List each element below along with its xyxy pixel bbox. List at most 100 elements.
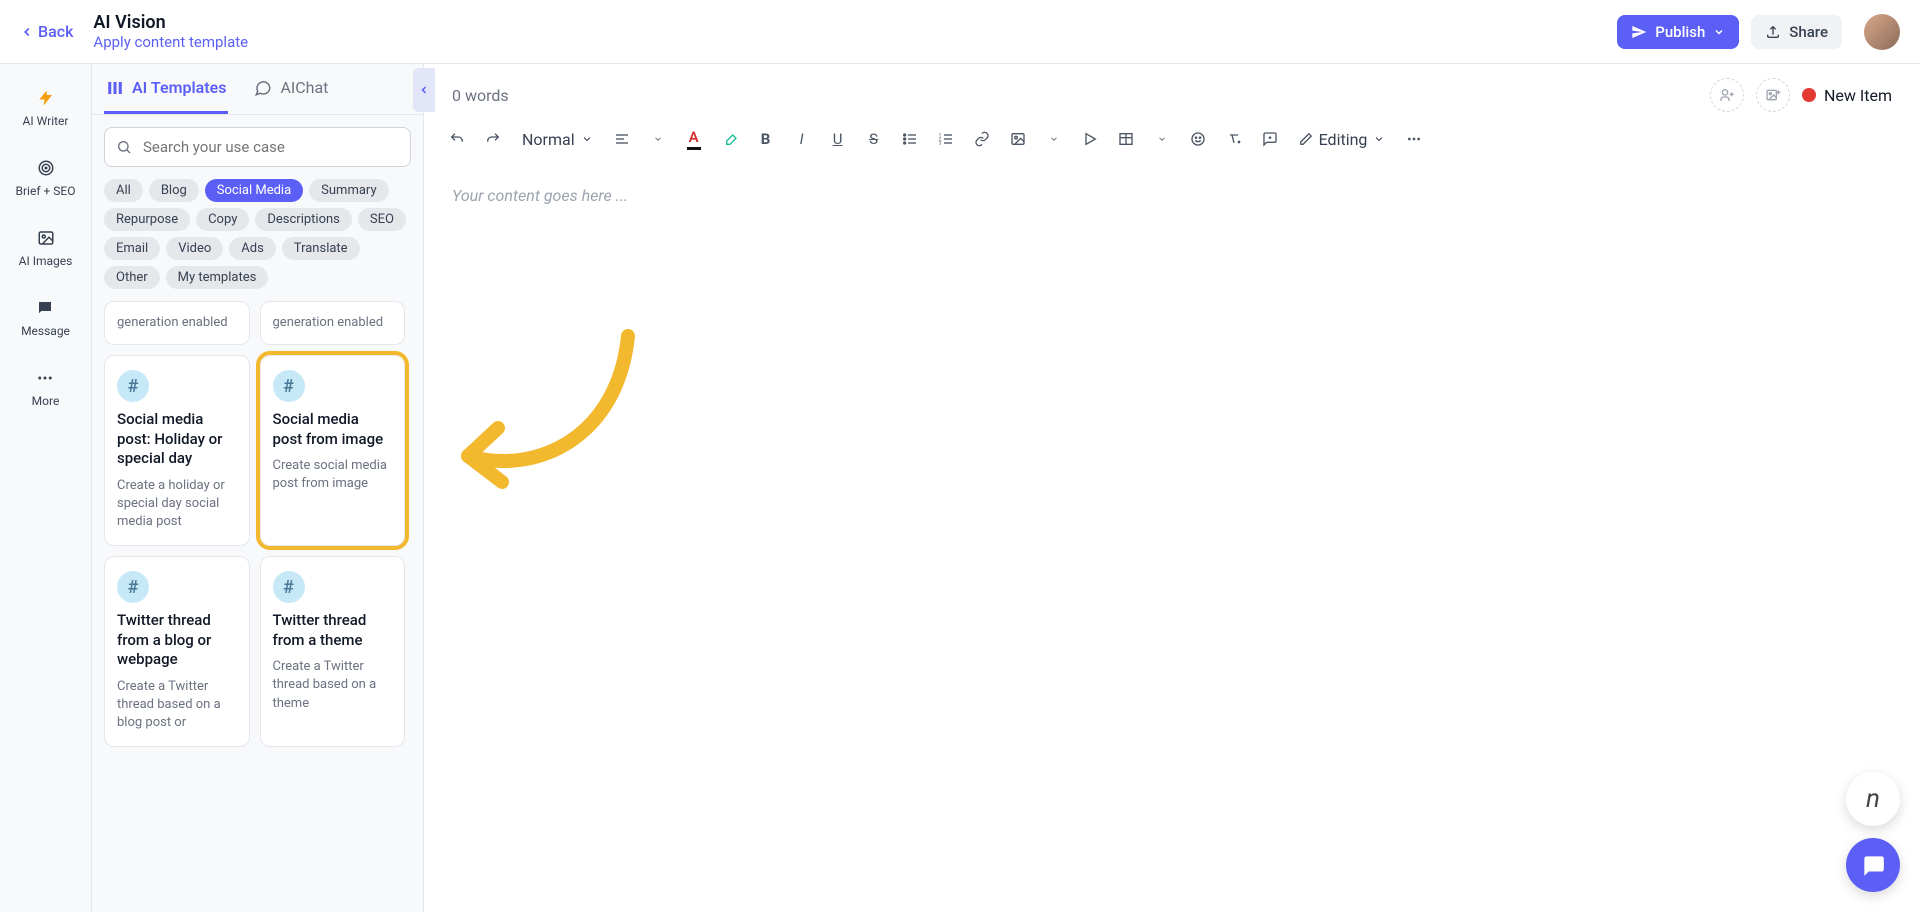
insert-video-button[interactable]	[1075, 124, 1105, 154]
chip-blog[interactable]: Blog	[149, 179, 199, 202]
insert-table-button[interactable]	[1111, 124, 1141, 154]
strikethrough-button[interactable]: S	[859, 124, 889, 154]
cards-scroll[interactable]: generation enabled generation enabled # …	[104, 301, 411, 747]
dots-icon	[1406, 131, 1422, 147]
numbered-list-button[interactable]: 123	[931, 124, 961, 154]
link-button[interactable]	[967, 124, 997, 154]
chevron-down-icon	[1049, 134, 1059, 144]
editor-content[interactable]: Your content goes here ...	[424, 166, 1920, 912]
table-dropdown[interactable]	[1147, 124, 1177, 154]
align-button[interactable]	[607, 124, 637, 154]
rail-item-message[interactable]: Message	[15, 294, 76, 342]
chip-copy[interactable]: Copy	[196, 208, 249, 231]
chip-social-media[interactable]: Social Media	[205, 179, 303, 202]
chip-descriptions[interactable]: Descriptions	[255, 208, 352, 231]
align-dropdown[interactable]	[643, 124, 673, 154]
new-item-status[interactable]: New Item	[1802, 86, 1892, 105]
card-desc: Create a Twitter thread based on a theme	[273, 658, 393, 713]
text-color-icon: A	[689, 128, 699, 146]
template-card[interactable]: generation enabled	[260, 301, 406, 345]
rail-label: Message	[21, 324, 70, 338]
table-icon	[1118, 131, 1134, 147]
editor-toolbar: Normal A B I U S 123 Editing	[424, 112, 1920, 166]
rail-item-more[interactable]: More	[26, 364, 66, 412]
template-card-twitter-theme[interactable]: # Twitter thread from a theme Create a T…	[260, 556, 406, 747]
chip-ads[interactable]: Ads	[229, 237, 276, 260]
chip-all[interactable]: All	[104, 179, 143, 202]
card-desc: Create social media post from image	[273, 457, 393, 493]
undo-button[interactable]	[442, 124, 472, 154]
template-card[interactable]: generation enabled	[104, 301, 250, 345]
chip-summary[interactable]: Summary	[309, 179, 388, 202]
collapse-sidebar-button[interactable]	[413, 68, 435, 112]
redo-icon	[485, 131, 501, 147]
search-input[interactable]	[104, 127, 411, 167]
editing-mode-select[interactable]: Editing	[1291, 126, 1394, 153]
brand-launcher-button[interactable]: n	[1846, 772, 1900, 826]
tab-ai-templates[interactable]: AI Templates	[104, 64, 228, 114]
chat-icon	[35, 298, 55, 318]
card-desc: generation enabled	[273, 314, 393, 332]
bullet-list-button[interactable]	[895, 124, 925, 154]
share-button[interactable]: Share	[1751, 15, 1842, 49]
status-dot-icon	[1802, 88, 1816, 102]
hash-icon: #	[117, 571, 149, 603]
image-plus-icon	[1765, 87, 1781, 103]
chip-other[interactable]: Other	[104, 266, 160, 289]
clear-format-button[interactable]	[1219, 124, 1249, 154]
rail-label: Brief + SEO	[16, 184, 76, 198]
clear-format-icon	[1226, 131, 1242, 147]
rail-item-ai-writer[interactable]: AI Writer	[17, 84, 75, 132]
highlight-icon	[722, 131, 738, 147]
comment-button[interactable]	[1255, 124, 1285, 154]
rail-item-ai-images[interactable]: AI Images	[13, 224, 79, 272]
highlight-button[interactable]	[715, 124, 745, 154]
template-card-holiday[interactable]: # Social media post: Holiday or special …	[104, 355, 250, 546]
chip-translate[interactable]: Translate	[282, 237, 360, 260]
chevron-down-icon	[1713, 26, 1725, 38]
redo-button[interactable]	[478, 124, 508, 154]
rail-item-brief-seo[interactable]: Brief + SEO	[10, 154, 82, 202]
paragraph-style-select[interactable]: Normal	[514, 126, 601, 153]
chip-my-templates[interactable]: My templates	[166, 266, 269, 289]
chevron-down-icon	[581, 133, 593, 145]
search-icon	[116, 139, 132, 155]
chip-seo[interactable]: SEO	[358, 208, 406, 231]
publish-button[interactable]: Publish	[1617, 15, 1739, 49]
insert-image-button[interactable]	[1003, 124, 1033, 154]
bold-button[interactable]: B	[751, 124, 781, 154]
chevron-down-icon	[653, 134, 663, 144]
underline-icon: U	[833, 130, 843, 148]
add-collaborator-button[interactable]	[1710, 78, 1744, 112]
template-card-twitter-blog[interactable]: # Twitter thread from a blog or webpage …	[104, 556, 250, 747]
apply-template-link[interactable]: Apply content template	[93, 33, 248, 51]
bold-icon: B	[761, 130, 771, 148]
template-cards: generation enabled generation enabled # …	[104, 301, 405, 747]
chip-email[interactable]: Email	[104, 237, 160, 260]
strike-icon: S	[869, 130, 878, 148]
bolt-icon	[36, 88, 56, 108]
card-title: Social media post: Holiday or special da…	[117, 410, 237, 469]
style-label: Normal	[522, 130, 575, 149]
share-label: Share	[1789, 23, 1828, 41]
back-button[interactable]: Back	[12, 16, 81, 47]
tab-ai-chat[interactable]: AIChat	[252, 64, 330, 114]
more-toolbar-button[interactable]	[1399, 124, 1429, 154]
add-media-button[interactable]	[1756, 78, 1790, 112]
user-avatar[interactable]	[1864, 14, 1900, 50]
person-plus-icon	[1719, 87, 1735, 103]
hash-icon: #	[273, 370, 305, 402]
intercom-chat-button[interactable]	[1846, 838, 1900, 892]
editor-placeholder: Your content goes here ...	[452, 186, 1892, 205]
new-item-label: New Item	[1824, 86, 1892, 105]
chip-video[interactable]: Video	[166, 237, 223, 260]
chip-repurpose[interactable]: Repurpose	[104, 208, 190, 231]
template-card-post-from-image[interactable]: # Social media post from image Create so…	[260, 355, 406, 546]
text-color-button[interactable]: A	[679, 124, 709, 154]
image-dropdown[interactable]	[1039, 124, 1069, 154]
numbered-list-icon: 123	[938, 131, 954, 147]
underline-button[interactable]: U	[823, 124, 853, 154]
emoji-button[interactable]	[1183, 124, 1213, 154]
italic-button[interactable]: I	[787, 124, 817, 154]
page-title: AI Vision	[93, 12, 248, 34]
